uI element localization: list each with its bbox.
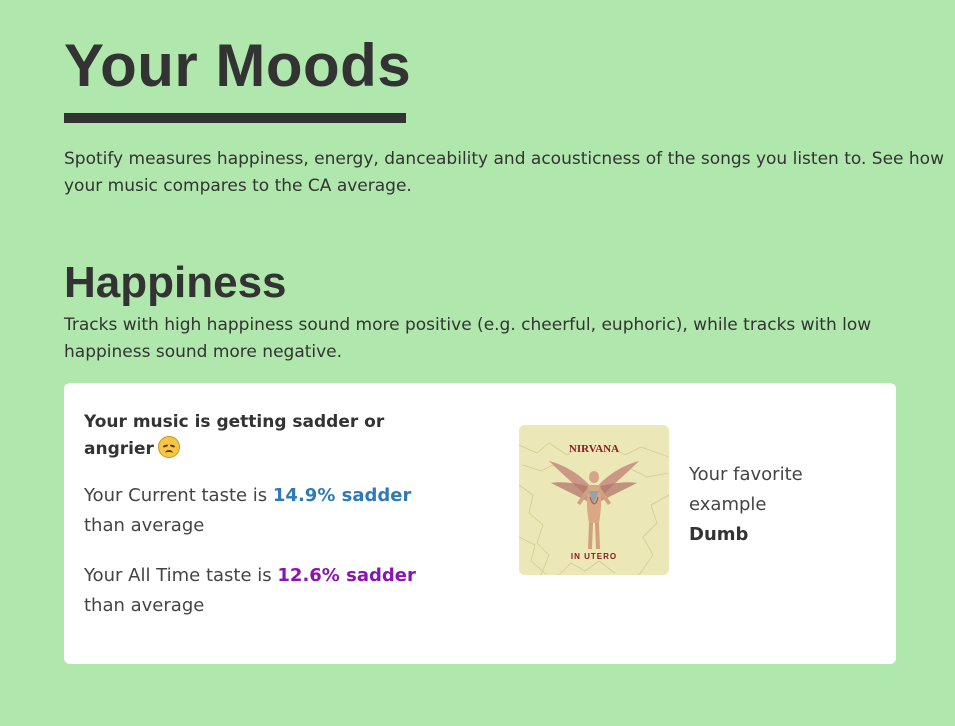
current-taste-prefix: Your Current taste is: [84, 485, 273, 506]
album-cover-image: NIRVANA IN UTERO: [519, 425, 669, 575]
happiness-card: Your music is getting sadder or angrier …: [64, 383, 896, 664]
intro-text: Spotify measures happiness, energy, danc…: [64, 149, 944, 196]
favorite-example-label: Your favorite example: [689, 464, 803, 515]
section-title-happiness: Happiness: [64, 258, 287, 307]
current-taste-stat: Your Current taste is 14.9% sadder than …: [84, 481, 454, 541]
card-heading-text: Your music is getting sadder or angrier: [84, 412, 385, 459]
all-time-taste-suffix: than average: [84, 595, 205, 616]
current-taste-value: 14.9% sadder: [272, 485, 412, 506]
favorite-track-name: Dumb: [689, 524, 749, 545]
album-title-text: IN UTERO: [571, 552, 617, 561]
all-time-taste-value: 12.6% sadder: [277, 565, 416, 586]
card-heading: Your music is getting sadder or angrier: [84, 409, 414, 463]
title-underline: [64, 113, 406, 123]
all-time-taste-prefix: Your All Time taste is: [84, 565, 278, 586]
section-description: Tracks with high happiness sound more po…: [64, 315, 872, 362]
current-taste-suffix: than average: [84, 515, 205, 536]
favorite-example: Your favorite example Dumb: [689, 460, 869, 550]
album-artist-text: NIRVANA: [569, 443, 619, 455]
all-time-taste-stat: Your All Time taste is 12.6% sadder than…: [84, 561, 454, 621]
page-title: Your Moods: [64, 32, 412, 99]
sad-face-icon: [157, 436, 180, 458]
